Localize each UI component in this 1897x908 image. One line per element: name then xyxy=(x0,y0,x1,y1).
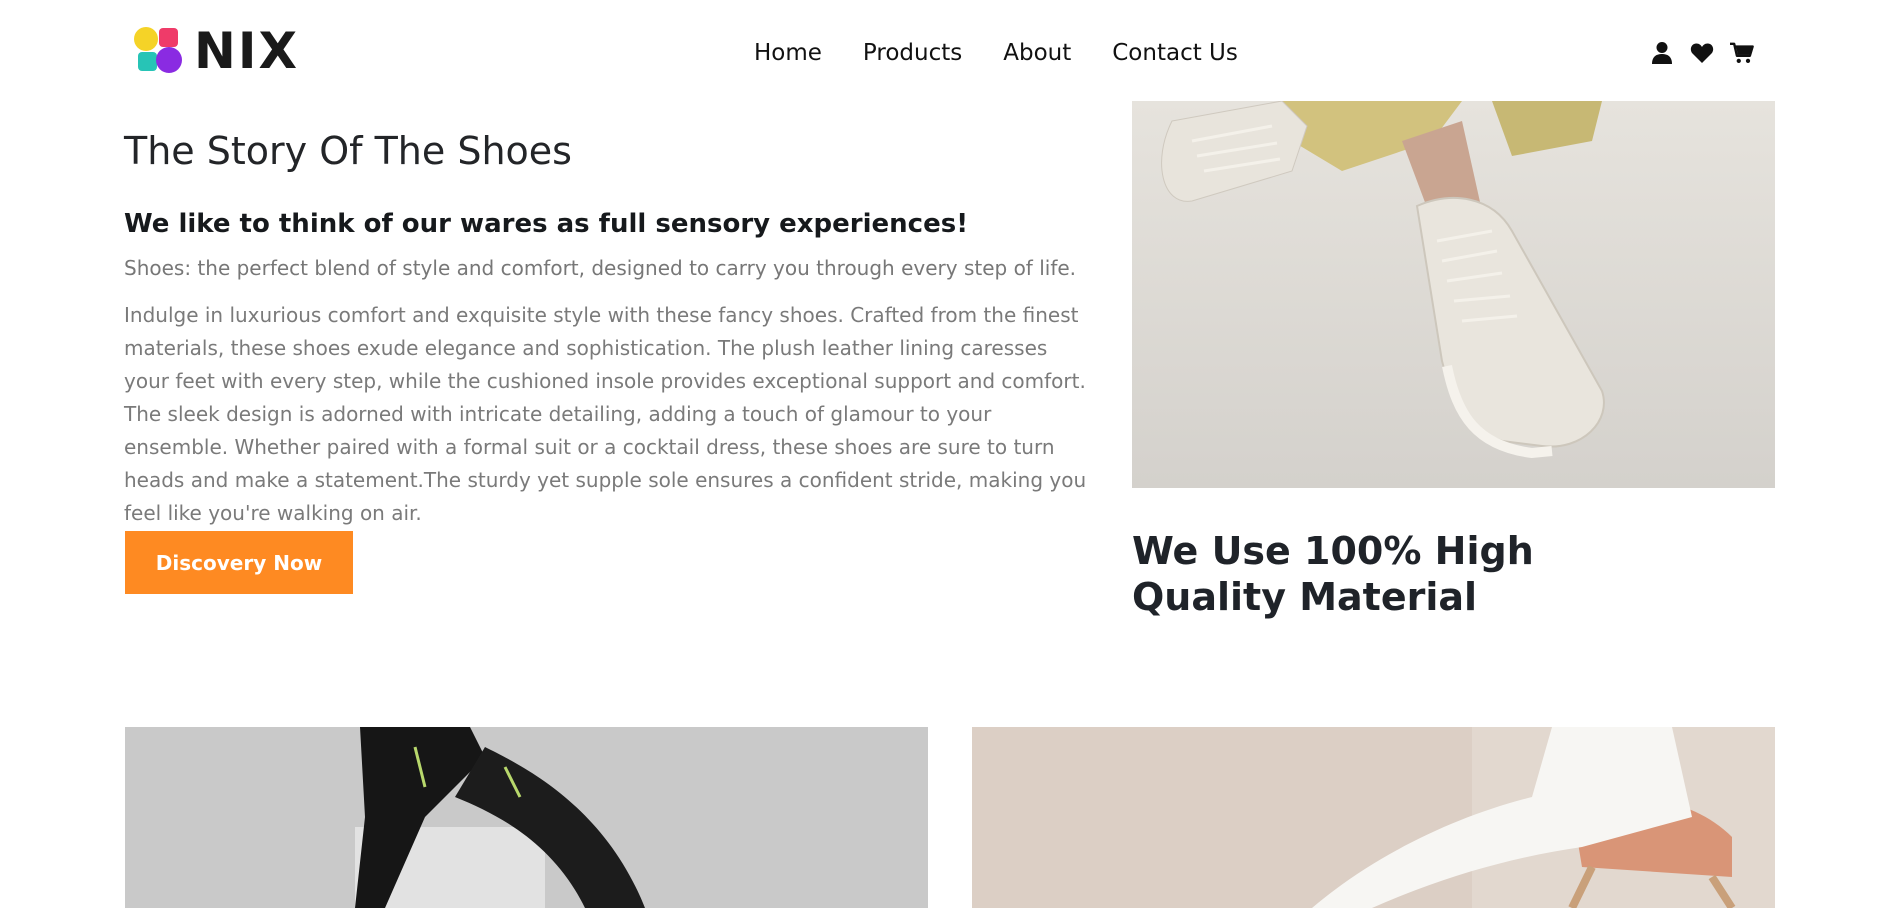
main-nav: Home Products About Contact Us xyxy=(754,36,1238,70)
user-icon[interactable] xyxy=(1650,40,1674,66)
shoe-photo xyxy=(1132,101,1775,488)
nav-item-home[interactable]: Home xyxy=(754,36,822,70)
brand-logo[interactable]: NIX xyxy=(132,26,299,76)
discovery-now-button[interactable]: Discovery Now xyxy=(125,531,353,594)
nav-item-about[interactable]: About xyxy=(1003,36,1071,70)
heart-icon[interactable] xyxy=(1690,40,1714,66)
story-body: Indulge in luxurious comfort and exquisi… xyxy=(124,303,1087,525)
quality-heading: We Use 100% High Quality Material xyxy=(1132,529,1534,619)
story-title: The Story Of The Shoes xyxy=(124,129,572,173)
story-lead: Shoes: the perfect blend of style and co… xyxy=(124,256,1077,280)
cart-icon[interactable] xyxy=(1730,40,1754,66)
sitting-woman-photo xyxy=(972,727,1775,908)
header-icons xyxy=(1650,40,1754,66)
site-header: NIX Home Products About Contact Us xyxy=(0,0,1897,102)
brand-name: NIX xyxy=(194,22,299,80)
sitting-man-photo xyxy=(125,727,928,908)
logo-mark-icon xyxy=(132,26,184,76)
nav-item-contact[interactable]: Contact Us xyxy=(1112,36,1238,70)
story-subtitle: We like to think of our wares as full se… xyxy=(124,209,969,239)
nav-item-products[interactable]: Products xyxy=(863,36,962,70)
